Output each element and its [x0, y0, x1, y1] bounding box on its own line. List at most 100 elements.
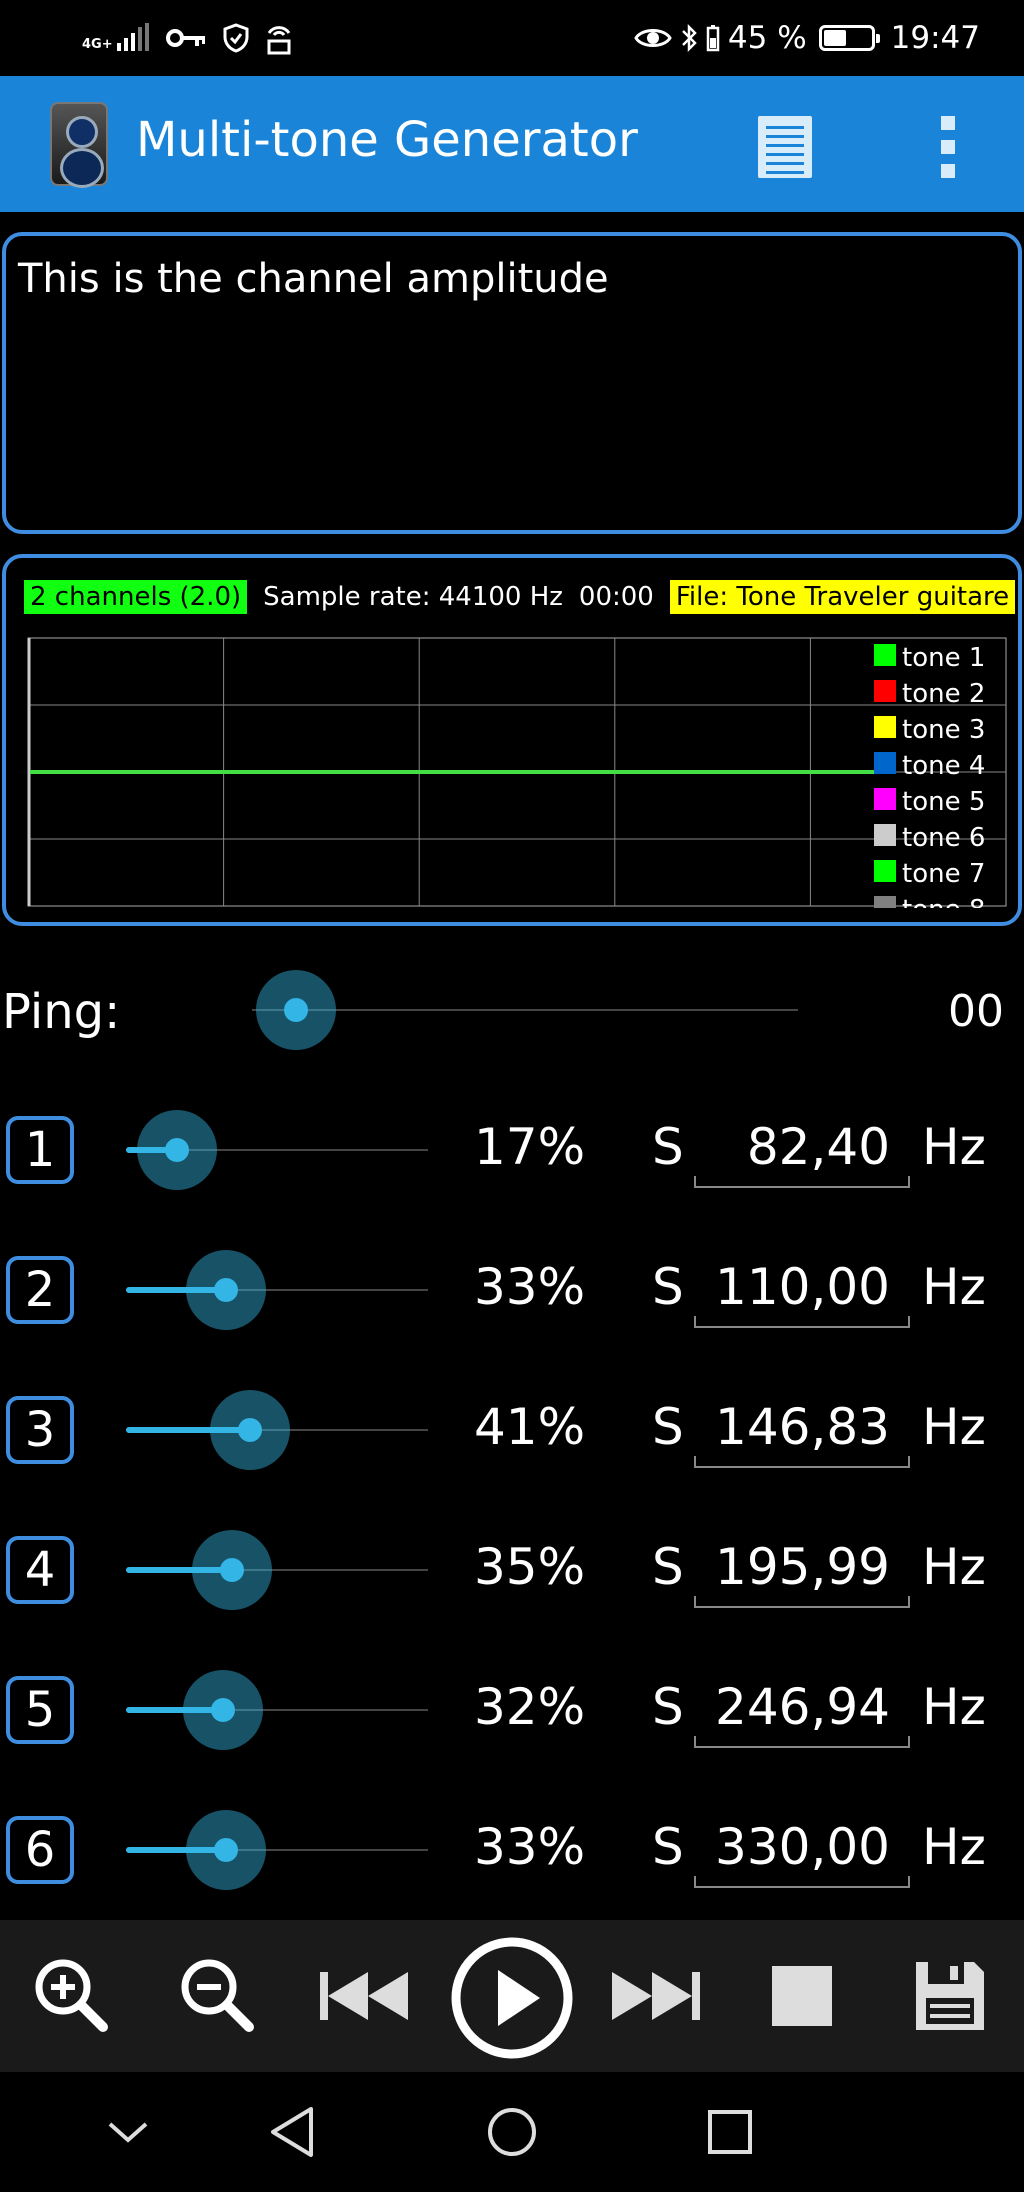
legend-label: tone 6	[902, 823, 985, 853]
shield-icon	[223, 23, 249, 53]
tone-slider-thumb[interactable]	[186, 1810, 266, 1890]
tone-number-button[interactable]: 4	[6, 1536, 74, 1604]
battery-saver-icon	[706, 25, 720, 52]
ping-slider-thumb[interactable]	[256, 970, 336, 1050]
hotspot-icon	[267, 26, 291, 55]
amplitude-chart: tone 1 tone 2 tone 3 tone 4 tone 5 tone 6 tone…	[27, 637, 1007, 908]
tone-row: 6 33% S 330,00 Hz	[0, 1800, 1024, 1900]
tone-amplitude-slider[interactable]	[126, 1390, 428, 1470]
tone-frequency-field[interactable]: 146,83	[694, 1390, 910, 1468]
playback-toolbar	[0, 1920, 1024, 2072]
tone-slider-thumb[interactable]	[183, 1670, 263, 1750]
legend-label: tone 8	[902, 895, 985, 908]
legend-label: tone 5	[902, 787, 985, 817]
tone-row: 1 17% S 82,40 Hz	[0, 1100, 1024, 1200]
tone-amplitude-slider[interactable]	[126, 1110, 428, 1190]
tone-unit: Hz	[922, 1678, 986, 1736]
tone-percent: 35%	[474, 1538, 586, 1596]
tone-unit: Hz	[922, 1118, 986, 1176]
tone-amplitude-slider[interactable]	[126, 1250, 428, 1330]
info-panel: This is the channel amplitude	[2, 232, 1022, 534]
legend-swatch	[874, 824, 896, 846]
play-icon[interactable]	[450, 1936, 574, 2060]
legend-label: tone 2	[902, 679, 985, 709]
more-menu-icon[interactable]	[936, 116, 960, 178]
battery-icon	[818, 25, 880, 51]
tone-percent: 41%	[474, 1398, 586, 1456]
tone-amplitude-slider[interactable]	[126, 1810, 428, 1890]
tone-number-button[interactable]: 6	[6, 1816, 74, 1884]
tone-slider-thumb[interactable]	[210, 1390, 290, 1470]
tone-mode[interactable]: S	[652, 1818, 684, 1876]
tone-row: 5 32% S 246,94 Hz	[0, 1660, 1024, 1760]
sample-rate: Sample rate: 44100 Hz	[263, 582, 563, 612]
tone-unit: Hz	[922, 1398, 986, 1456]
tone-mode[interactable]: S	[652, 1258, 684, 1316]
tone-mode[interactable]: S	[652, 1678, 684, 1736]
tone-mode[interactable]: S	[652, 1118, 684, 1176]
status-bar: 4G+ 45 % 19:47	[0, 0, 1024, 76]
tone-unit: Hz	[922, 1818, 986, 1876]
tone-unit: Hz	[922, 1538, 986, 1596]
tone-percent: 33%	[474, 1818, 586, 1876]
legend-swatch	[874, 896, 896, 908]
ping-value: 00	[948, 986, 1004, 1037]
channels-badge: 2 channels (2.0)	[24, 580, 248, 614]
signal-icon: 4G+	[82, 23, 149, 51]
tone-mode[interactable]: S	[652, 1538, 684, 1596]
tone-frequency-field[interactable]: 195,99	[694, 1530, 910, 1608]
legend-swatch	[874, 752, 896, 774]
ping-slider[interactable]	[252, 970, 798, 1050]
tone-frequency-value: 195,99	[715, 1538, 890, 1596]
legend-swatch	[874, 788, 896, 810]
tone-row: 3 41% S 146,83 Hz	[0, 1380, 1024, 1480]
tone-frequency-field[interactable]: 246,94	[694, 1670, 910, 1748]
skip-back-icon[interactable]	[304, 1940, 424, 2052]
eye-icon	[634, 29, 672, 47]
document-icon[interactable]	[758, 116, 812, 178]
tone-percent: 33%	[474, 1258, 586, 1316]
legend-swatch	[874, 680, 896, 702]
tone-slider-thumb[interactable]	[186, 1250, 266, 1330]
system-nav-bar	[0, 2072, 1024, 2192]
zoom-out-icon[interactable]	[158, 1940, 278, 2052]
tone-slider-thumb[interactable]	[137, 1110, 217, 1190]
tone-mode[interactable]: S	[652, 1398, 684, 1456]
tone-frequency-value: 110,00	[715, 1258, 890, 1316]
tone-unit: Hz	[922, 1258, 986, 1316]
recents-icon[interactable]	[680, 2092, 780, 2172]
status-left: 4G+	[82, 16, 293, 60]
tone-number-button[interactable]: 2	[6, 1256, 74, 1324]
status-right: 45 % 19:47	[634, 16, 980, 60]
back-icon[interactable]	[242, 2092, 342, 2172]
skip-forward-icon[interactable]	[596, 1940, 716, 2052]
app-title: Multi-tone Generator	[136, 112, 638, 168]
legend-label: tone 7	[902, 859, 985, 889]
tone-slider-thumb[interactable]	[192, 1530, 272, 1610]
chevron-down-icon[interactable]	[78, 2092, 178, 2172]
stop-icon[interactable]	[742, 1940, 862, 2052]
tone-frequency-field[interactable]: 82,40	[694, 1110, 910, 1188]
legend-label: tone 4	[902, 751, 985, 781]
legend-swatch	[874, 716, 896, 738]
tone-amplitude-slider[interactable]	[126, 1670, 428, 1750]
save-icon[interactable]	[890, 1940, 1010, 2052]
tone-number-button[interactable]: 3	[6, 1396, 74, 1464]
file-badge: File: Tone Traveler guitare	[669, 580, 1016, 614]
tone-frequency-field[interactable]: 330,00	[694, 1810, 910, 1888]
tone-number-button[interactable]: 1	[6, 1116, 74, 1184]
tone-frequency-value: 330,00	[715, 1818, 890, 1876]
legend-label: tone 3	[902, 715, 985, 745]
tone-number-button[interactable]: 5	[6, 1676, 74, 1744]
tone-frequency-field[interactable]: 110,00	[694, 1250, 910, 1328]
tone-frequency-value: 82,40	[746, 1118, 890, 1176]
clock: 19:47	[890, 20, 980, 56]
speaker-logo-icon	[50, 102, 108, 188]
home-icon[interactable]	[462, 2092, 562, 2172]
amplitude-graph-panel: 2 channels (2.0) Sample rate: 44100 Hz 0…	[2, 554, 1022, 926]
tone-frequency-value: 246,94	[715, 1678, 890, 1736]
tone-amplitude-slider[interactable]	[126, 1530, 428, 1610]
battery-percent: 45 %	[727, 20, 807, 56]
zoom-in-icon[interactable]	[12, 1940, 132, 2052]
tone-percent: 32%	[474, 1678, 586, 1736]
